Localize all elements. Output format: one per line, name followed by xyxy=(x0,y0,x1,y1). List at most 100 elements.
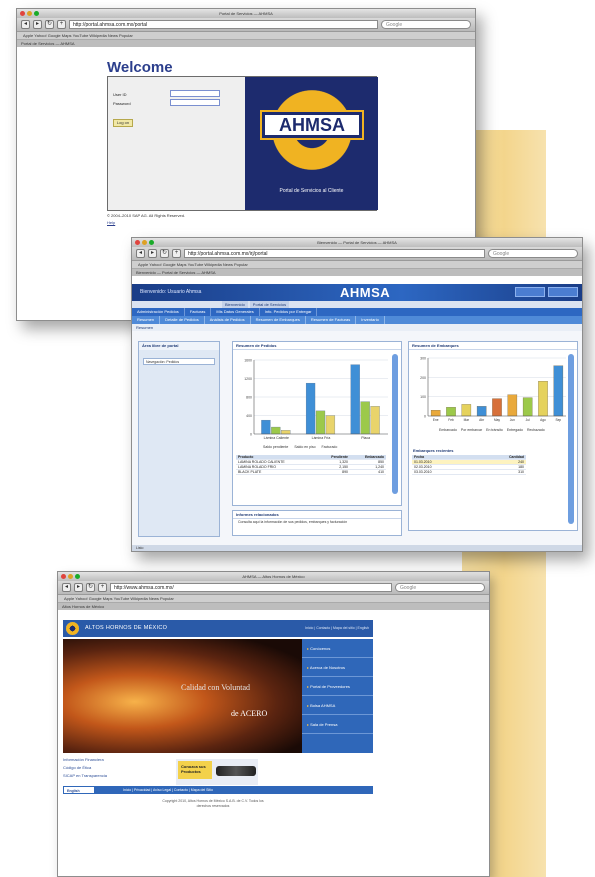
subtab-resumen[interactable]: Resumen xyxy=(132,316,161,324)
header-links[interactable]: Inicio | Contacto | Mapa del sitio | Eng… xyxy=(305,626,369,630)
forward-icon[interactable]: ▸ xyxy=(74,583,83,592)
tab-facturas[interactable]: Facturas xyxy=(185,308,212,316)
minimize-window-button[interactable] xyxy=(68,574,73,579)
menu-item[interactable]: Bolsa AHMSA xyxy=(302,696,373,715)
reload-icon[interactable]: ↻ xyxy=(45,20,54,29)
column-header: Pendiente xyxy=(331,455,348,459)
zoom-window-button[interactable] xyxy=(75,574,80,579)
add-bookmark-icon[interactable]: + xyxy=(172,249,181,258)
quick-link[interactable]: SICAP en Transparencia xyxy=(63,772,148,780)
tab-administracion[interactable]: Administración Pedidos xyxy=(132,308,185,316)
x-tick-label: Lámina Fría xyxy=(312,436,331,440)
language-link[interactable]: English xyxy=(63,786,95,794)
side-nav-item[interactable]: Navegación: Pedidos xyxy=(143,358,215,365)
related-reports-panel: Informes relacionados Consulta aquí la i… xyxy=(232,510,402,536)
chart-bar xyxy=(315,410,326,435)
table-cell: 03.03.2010 xyxy=(414,470,432,474)
logo-panel: AHMSA Portal de Servicios al Cliente xyxy=(245,77,378,210)
tab-info-pedidos[interactable]: Info. Pedidos por Entregar xyxy=(260,308,318,316)
legend-item: Saldo pendiente xyxy=(263,445,289,449)
menu-item[interactable]: Acerca de Nosotros xyxy=(302,658,373,677)
chart-bar xyxy=(325,415,336,435)
status-bar: Listo xyxy=(132,545,582,551)
search-field[interactable]: Google xyxy=(488,249,578,258)
promo-banner[interactable]: Conozca sus Productos xyxy=(176,759,258,785)
back-icon[interactable]: ◂ xyxy=(21,20,30,29)
menu-item[interactable]: Portal de Proveedores xyxy=(302,677,373,696)
zoom-window-button[interactable] xyxy=(34,11,39,16)
search-field[interactable]: Google xyxy=(381,20,471,29)
menu-item[interactable]: Conócenos xyxy=(302,639,373,658)
user-id-input[interactable] xyxy=(170,90,220,97)
y-tick-label: 1200 xyxy=(244,377,252,381)
add-bookmark-icon[interactable]: + xyxy=(57,20,66,29)
shipments-chart-legend: Embarcado Por embarcar En tránsito Entre… xyxy=(439,428,569,432)
url-bar[interactable]: http://portal.ahmsa.com.mx/irj/portal xyxy=(184,249,485,258)
table-row[interactable]: BLACK PLATE 890 410 xyxy=(236,470,386,475)
back-icon[interactable]: ◂ xyxy=(136,249,145,258)
tab-bienvenido[interactable]: Bienvenido xyxy=(222,301,248,308)
reload-icon[interactable]: ↻ xyxy=(86,583,95,592)
ahmsa-logo-icon[interactable] xyxy=(66,622,79,635)
close-window-button[interactable] xyxy=(20,11,25,16)
quick-link[interactable]: Información Financiera xyxy=(63,756,148,764)
x-tick-label: Jun xyxy=(510,418,515,422)
browser-toolbar: ◂ ▸ ↻ + http://portal.ahmsa.com.mx/irj/p… xyxy=(132,247,582,261)
forward-icon[interactable]: ▸ xyxy=(148,249,157,258)
log-on-button[interactable]: Log on xyxy=(113,119,133,127)
chart-bar xyxy=(305,382,316,435)
help-link[interactable]: Help xyxy=(107,220,115,225)
minimize-window-button[interactable] xyxy=(27,11,32,16)
banner-button[interactable] xyxy=(548,287,578,297)
reload-icon[interactable]: ↻ xyxy=(160,249,169,258)
subtab-facturas[interactable]: Resumen de Facturas xyxy=(306,316,357,324)
url-bar[interactable]: http://www.ahmsa.com.mx/ xyxy=(110,583,392,592)
vertical-scrollbar[interactable] xyxy=(568,354,574,524)
tab-portal[interactable]: Portal de Servicios xyxy=(249,301,290,308)
chart-bar xyxy=(261,419,271,435)
close-window-button[interactable] xyxy=(61,574,66,579)
url-bar[interactable]: http://portal.ahmsa.com.mx/portal xyxy=(69,20,378,29)
tab-bar[interactable]: Altos Hornos de México xyxy=(58,603,489,610)
back-icon[interactable]: ◂ xyxy=(62,583,71,592)
x-tick-label: Feb xyxy=(448,418,454,422)
chart-bar xyxy=(360,401,370,435)
subtab-inventario[interactable]: Inventario xyxy=(356,316,385,324)
bookmarks-bar[interactable]: Apple Yahoo! Google Maps YouTube Wikiped… xyxy=(132,261,582,269)
minimize-window-button[interactable] xyxy=(142,240,147,245)
forward-icon[interactable]: ▸ xyxy=(33,20,42,29)
window-title: Portal de Servicios — AHMSA xyxy=(219,11,273,16)
subtab-embarques[interactable]: Resumen de Embarques xyxy=(251,316,306,324)
table-cell: BLACK PLATE xyxy=(238,470,262,474)
window-controls xyxy=(135,240,154,245)
y-tick-label: 400 xyxy=(246,414,252,418)
search-field[interactable]: Google xyxy=(395,583,485,592)
banner-button[interactable] xyxy=(515,287,545,297)
zoom-window-button[interactable] xyxy=(149,240,154,245)
table-cell: 890 xyxy=(342,470,348,474)
table-cell: 01.03.2010 xyxy=(414,460,432,464)
close-window-button[interactable] xyxy=(135,240,140,245)
legend-item: Entregado xyxy=(506,428,523,432)
column-header: Producto xyxy=(238,455,254,459)
page-title: Welcome xyxy=(107,59,173,76)
subtab-analisis[interactable]: Análisis de Pedidos xyxy=(205,316,251,324)
login-panel: User ID Password Log on AHMSA Portal de … xyxy=(107,76,378,211)
quick-link[interactable]: Código de Ética xyxy=(63,764,148,772)
table-cell: 310 xyxy=(518,470,524,474)
password-input[interactable] xyxy=(170,99,220,106)
shipments-bar-chart: 0 100 200 300 Ene Feb Mar Abr May Jun Jul Ago Sep xyxy=(420,357,566,422)
bookmarks-bar[interactable]: Apple Yahoo! Google Maps YouTube Wikiped… xyxy=(17,32,475,40)
footer-links[interactable]: Inicio | Privacidad | Aviso Legal | Cont… xyxy=(123,786,213,794)
bookmarks-bar[interactable]: Apple Yahoo! Google Maps YouTube Wikiped… xyxy=(58,595,489,603)
add-bookmark-icon[interactable]: + xyxy=(98,583,107,592)
tab-datos[interactable]: Mis Datos Generales xyxy=(211,308,260,316)
table-row[interactable]: 03.03.2010 310 xyxy=(412,470,526,475)
legend-item: Rechazado xyxy=(527,428,545,432)
tab-bar[interactable]: Bienvenido — Portal de Servicios — AHMSA xyxy=(132,269,582,276)
tab-bar[interactable]: Portal de Servicios — AHMSA xyxy=(17,40,475,47)
subtab-detalle[interactable]: Detalle de Pedidos xyxy=(160,316,205,324)
menu-item[interactable]: Sala de Prensa xyxy=(302,715,373,734)
vertical-scrollbar[interactable] xyxy=(392,354,398,494)
x-tick-label: May xyxy=(494,418,500,422)
